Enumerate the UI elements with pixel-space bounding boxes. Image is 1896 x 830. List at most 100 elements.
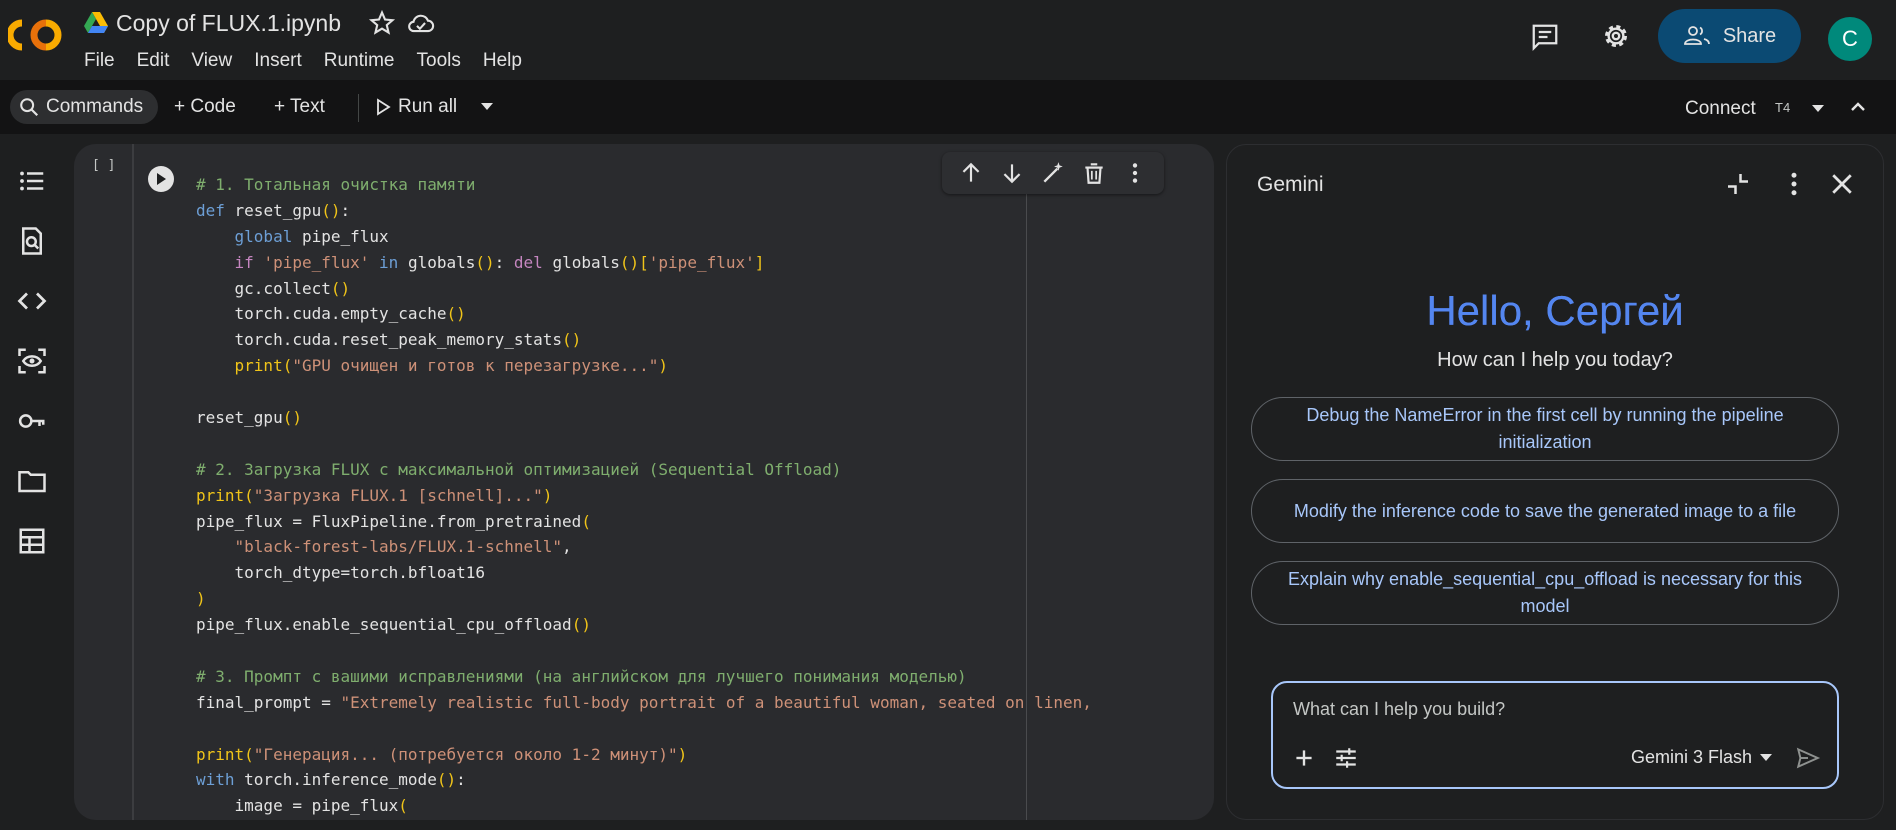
delete-icon[interactable] — [1081, 160, 1107, 186]
more-vert-icon[interactable] — [1779, 169, 1809, 199]
code-line: if 'pipe_flux' in globals(): del globals… — [234, 252, 765, 272]
play-icon — [157, 173, 166, 185]
chat-input-box[interactable]: What can I help you build? Gemini 3 Flas… — [1271, 681, 1839, 789]
secrets-key-icon[interactable] — [17, 406, 47, 436]
code-line: global pipe_flux — [234, 226, 389, 246]
menu-insert[interactable]: Insert — [254, 50, 302, 72]
execution-count: [ ] — [92, 158, 116, 173]
colab-logo[interactable] — [8, 17, 64, 53]
code-line: pipe_flux = FluxPipeline.from_pretrained… — [196, 511, 591, 531]
star-icon[interactable] — [368, 9, 396, 37]
code-snippets-icon[interactable] — [17, 286, 47, 316]
collapse-up-icon[interactable] — [1849, 98, 1867, 116]
gemini-title: Gemini — [1257, 173, 1324, 196]
code-line: torch.cuda.reset_peak_memory_stats() — [196, 330, 582, 350]
code-line: ) — [196, 589, 206, 609]
greeting-subtitle: How can I help you today? — [1437, 349, 1673, 371]
code-line: "black-forest-labs/FLUX.1-schnell", — [234, 537, 572, 557]
menu-runtime[interactable]: Runtime — [324, 50, 395, 72]
variables-icon[interactable] — [17, 346, 47, 376]
app-header: Copy of FLUX.1.ipynb File Edit View Inse… — [0, 0, 1896, 78]
notebook-title[interactable]: Copy of FLUX.1.ipynb — [116, 10, 341, 37]
table-of-contents-icon[interactable] — [17, 166, 47, 196]
code-line: def reset_gpu(): — [196, 200, 351, 220]
add-code-label: + Code — [174, 96, 236, 117]
menu-view[interactable]: View — [191, 50, 232, 72]
code-line: print("Загрузка FLUX.1 [schnell]...") — [196, 485, 553, 505]
notebook-panel: [ ] # 1. Тотальная очистка памяти def re… — [74, 144, 1214, 820]
gear-icon[interactable] — [1600, 20, 1632, 52]
search-icon — [20, 98, 39, 117]
share-label: Share — [1722, 24, 1777, 47]
minimize-icon[interactable] — [1723, 169, 1753, 199]
gemini-panel: Gemini Hello, Сергей How can I help you … — [1226, 144, 1884, 820]
cell-gutter: [ ] — [74, 144, 132, 820]
code-line: image = pipe_flux( — [196, 796, 408, 816]
greeting-heading: Hello, Сергей — [1227, 287, 1883, 335]
close-icon[interactable] — [1827, 169, 1857, 199]
run-all-dropdown-icon[interactable] — [480, 102, 494, 112]
menu-edit[interactable]: Edit — [137, 50, 170, 72]
code-line: torch_dtype=torch.bfloat16 — [196, 563, 485, 583]
files-folder-icon[interactable] — [17, 466, 47, 496]
code-editor[interactable]: # 1. Тотальная очистка памяти def reset_… — [196, 172, 1214, 820]
people-icon — [1683, 26, 1710, 45]
code-line: # 2. Загрузка FLUX с максимальной оптими… — [196, 457, 1214, 483]
chevron-down-icon — [1760, 753, 1773, 761]
avatar[interactable]: C — [1828, 17, 1872, 61]
magic-edit-icon[interactable] — [1040, 160, 1066, 186]
add-icon[interactable] — [1291, 745, 1317, 771]
commands-button[interactable]: Commands — [10, 90, 158, 124]
menu-help[interactable]: Help — [483, 50, 522, 72]
code-line: with torch.inference_mode(): — [196, 770, 466, 790]
more-vert-icon[interactable] — [1122, 160, 1148, 186]
model-selector[interactable]: Gemini 3 Flash — [1631, 747, 1773, 768]
play-icon — [377, 98, 391, 116]
suggestion-chip[interactable]: Modify the inference code to save the ge… — [1251, 479, 1839, 543]
code-line: print("Генерация... (потребуется около 1… — [196, 744, 688, 764]
menu-bar: File Edit View Insert Runtime Tools Help — [84, 50, 544, 72]
run-cell-button[interactable] — [148, 166, 174, 192]
connect-button[interactable]: Connect — [1685, 98, 1756, 120]
suggestion-chip[interactable]: Debug the NameError in the first cell by… — [1251, 397, 1839, 461]
comment-icon[interactable] — [1530, 22, 1560, 52]
code-line: # 3. Промпт с вашими исправлениями (на а… — [196, 664, 1214, 690]
left-sidebar — [0, 140, 64, 830]
commands-label: Commands — [46, 96, 144, 117]
add-text-button[interactable]: + Text — [274, 90, 325, 124]
menu-tools[interactable]: Tools — [417, 50, 461, 72]
cloud-saved-icon[interactable] — [406, 9, 436, 37]
move-down-icon[interactable] — [999, 160, 1025, 186]
code-line: final_prompt = "Extremely realistic full… — [196, 692, 1092, 712]
code-line: reset_gpu() — [196, 408, 302, 428]
code-line: torch.cuda.empty_cache() — [196, 304, 466, 324]
run-all-label: Run all — [398, 96, 458, 117]
code-line: gc.collect() — [196, 278, 351, 298]
comment-token: # 2. Загрузка FLUX с максимальной оптими… — [196, 459, 842, 479]
cell-divider — [132, 144, 134, 820]
chat-input-placeholder[interactable]: What can I help you build? — [1293, 699, 1505, 720]
toolbar-divider — [358, 94, 359, 122]
google-drive-icon[interactable] — [84, 12, 108, 34]
cell-toolbar — [942, 152, 1164, 194]
add-code-button[interactable]: + Code — [174, 90, 236, 124]
send-icon[interactable] — [1795, 745, 1821, 771]
connect-dropdown-icon[interactable] — [1811, 104, 1825, 114]
comment-token: # 3. Промпт с вашими исправлениями (на а… — [196, 666, 967, 686]
move-up-icon[interactable] — [958, 160, 984, 186]
find-icon[interactable] — [17, 226, 47, 256]
comment-token: # 1. Тотальная очистка памяти — [196, 175, 476, 194]
share-button[interactable]: Share — [1658, 9, 1801, 63]
menu-file[interactable]: File — [84, 50, 115, 72]
suggestion-chip[interactable]: Explain why enable_sequential_cpu_offloa… — [1251, 561, 1839, 625]
data-table-icon[interactable] — [17, 526, 47, 556]
notebook-toolbar: Commands + Code + Text Run all Connect T… — [0, 80, 1896, 134]
add-text-label: + Text — [274, 96, 325, 117]
run-all-button[interactable]: Run all — [374, 90, 457, 124]
tune-icon[interactable] — [1333, 745, 1359, 771]
model-name: Gemini 3 Flash — [1631, 747, 1753, 767]
